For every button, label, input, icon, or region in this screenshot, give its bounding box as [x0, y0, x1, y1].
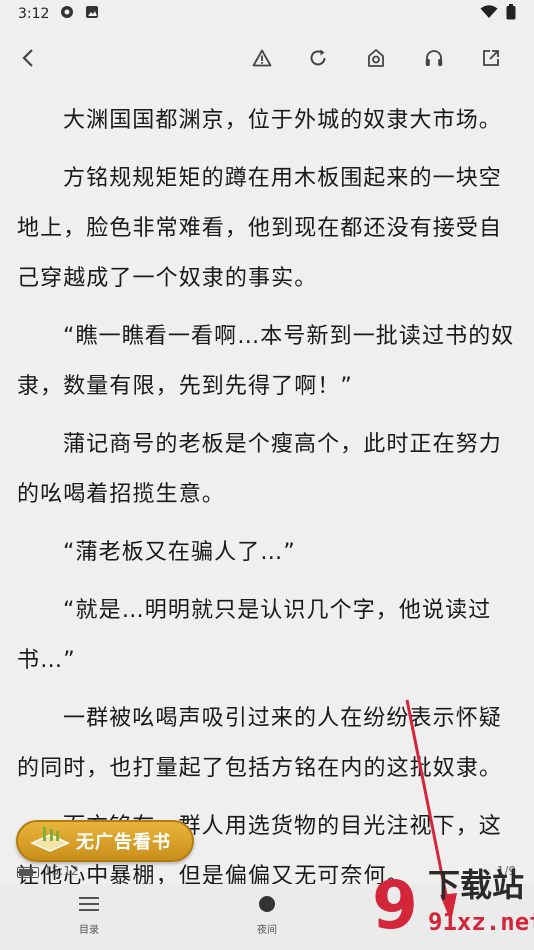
- watermark-line1: 下载站: [428, 866, 525, 904]
- photo-notification-icon: [85, 5, 99, 23]
- ad-free-reading-button[interactable]: 无广告看书: [16, 820, 194, 862]
- menu-list-icon: [77, 892, 101, 916]
- paragraph: “瞧一瞧看一看啊…本号新到一批读过书的奴隶，数量有限，先到先得了啊！”: [17, 324, 515, 399]
- promo-label: 无广告看书: [76, 832, 171, 853]
- footer-clock: 15:12: [44, 864, 79, 878]
- battery-indicator: [17, 867, 39, 878]
- warning-icon[interactable]: [248, 44, 276, 72]
- paragraph: 大渊国国都渊京，位于外城的奴隶大市场。: [63, 108, 502, 133]
- app-notification-icon: [59, 4, 75, 24]
- watermark-line2: 91xz.net: [428, 908, 534, 936]
- paragraph: “就是…明明就只是认识几个字，他说读过书…”: [17, 598, 492, 673]
- share-icon[interactable]: [477, 44, 505, 72]
- status-time: 3:12: [18, 6, 50, 22]
- site-watermark: 9 下载站 91xz.net: [370, 860, 534, 946]
- battery-icon: [506, 4, 516, 24]
- nav-night-label: 夜间: [257, 925, 277, 936]
- paragraph: 一群被吆喝声吸引过来的人在纷纷表示怀疑的同时，也打量起了包括方铭在内的这批奴隶。: [17, 706, 503, 781]
- nav-catalog-label: 目录: [79, 925, 99, 936]
- headphones-icon[interactable]: [420, 44, 448, 72]
- book-icon: [30, 825, 70, 858]
- moon-icon: [255, 892, 279, 916]
- nav-night-mode[interactable]: 夜间: [237, 892, 297, 942]
- svg-text:9: 9: [372, 867, 418, 944]
- wifi-icon: [480, 5, 498, 23]
- paragraph: 方铭规规矩矩的蹲在用木板围起来的一块空地上，脸色非常难看，他到现在都还没有接受自…: [17, 166, 503, 291]
- nav-catalog[interactable]: 目录: [59, 892, 119, 942]
- chapter-text: 大渊国国都渊京，位于外城的奴隶大市场。 方铭规规矩矩的蹲在用木板围起来的一块空地…: [17, 96, 522, 910]
- watermark-logo: 9: [372, 867, 418, 944]
- paragraph: “蒲老板又在骗人了…”: [63, 540, 296, 565]
- back-arrow-icon[interactable]: [14, 44, 42, 72]
- camera-house-icon[interactable]: [362, 44, 390, 72]
- reader-toolbar: [0, 36, 534, 80]
- paragraph: 蒲记商号的老板是个瘦高个，此时正在努力的吆喝着招揽生意。: [17, 432, 502, 507]
- refresh-icon[interactable]: [304, 44, 332, 72]
- status-bar: 3:12: [0, 0, 534, 28]
